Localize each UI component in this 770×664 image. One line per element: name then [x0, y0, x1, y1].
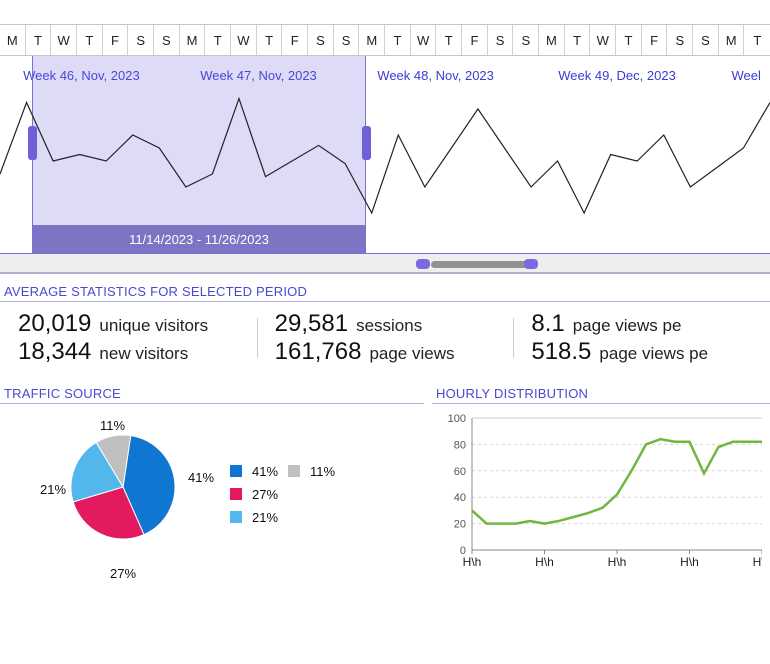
day-cell: S: [693, 25, 719, 55]
day-cell: T: [565, 25, 591, 55]
stat-value: 161,768: [275, 338, 362, 366]
stat-label: new visitors: [99, 344, 188, 364]
day-cell: S: [667, 25, 693, 55]
day-cell: W: [51, 25, 77, 55]
day-cell: T: [77, 25, 103, 55]
day-cell: F: [103, 25, 129, 55]
legend-swatch: [288, 465, 300, 477]
scrollbar-thumb[interactable]: [431, 261, 531, 268]
legend-swatch: [230, 465, 242, 477]
stat-value: 8.1: [531, 310, 564, 338]
legend-label: 27%: [252, 487, 278, 502]
day-cell: S: [128, 25, 154, 55]
stat-line: 20,019 unique visitors: [18, 310, 239, 338]
day-cell: T: [436, 25, 462, 55]
day-cell: W: [411, 25, 437, 55]
day-cell: T: [385, 25, 411, 55]
day-cell: W: [590, 25, 616, 55]
day-cell: M: [0, 25, 26, 55]
day-cell: W: [231, 25, 257, 55]
hourly-body: 020406080100H\hH\hH\hH\hH\h: [432, 404, 770, 585]
day-cell: M: [719, 25, 745, 55]
stat-line: 518.5 page views pe: [531, 338, 752, 366]
svg-text:H\h: H\h: [680, 555, 699, 569]
stat-line: 161,768 page views: [275, 338, 496, 366]
svg-text:100: 100: [448, 413, 466, 425]
svg-text:H\h: H\h: [608, 555, 627, 569]
legend-label: 41%: [252, 464, 278, 479]
avg-stats-row: 20,019unique visitors18,344new visitors2…: [0, 302, 770, 376]
stat-label: sessions: [356, 316, 422, 336]
day-cell: T: [26, 25, 52, 55]
stat-label: page views: [369, 344, 454, 364]
svg-text:H\h: H\h: [463, 555, 482, 569]
traffic-source-title: TRAFFIC SOURCE: [0, 380, 424, 404]
day-cell: F: [282, 25, 308, 55]
legend-swatch: [230, 511, 242, 523]
pie-percent-label: 27%: [110, 566, 136, 581]
day-cell: T: [257, 25, 283, 55]
stat-value: 18,344: [18, 338, 91, 366]
day-cell: T: [205, 25, 231, 55]
day-cell: M: [539, 25, 565, 55]
traffic-pie: 41% 27% 21% 11%: [0, 408, 230, 588]
stat-label: page views pe: [599, 344, 708, 364]
day-cell: S: [154, 25, 180, 55]
stat-line: 18,344 new visitors: [18, 338, 239, 366]
day-cell: S: [308, 25, 334, 55]
day-cell: S: [488, 25, 514, 55]
traffic-legend: 41% 11% 27% 21%: [230, 464, 335, 533]
timeline-day-header: MTWTFSSMTWTFSSMTWTFSSMTWTFSSMT: [0, 24, 770, 56]
stat-line: 8.1 page views pe: [531, 310, 752, 338]
stat-group: 29,581 sessions161,768 page views: [257, 310, 514, 366]
legend-row: 41% 11%: [230, 464, 335, 479]
pie-chart-svg: [68, 432, 178, 542]
stat-line: 29,581 sessions: [275, 310, 496, 338]
day-cell: F: [462, 25, 488, 55]
stat-value: 518.5: [531, 338, 591, 366]
stat-label: unique visitors: [99, 316, 208, 336]
svg-text:H\h: H\h: [753, 555, 762, 569]
svg-text:40: 40: [454, 492, 466, 504]
svg-text:H\h: H\h: [535, 555, 554, 569]
pie-percent-label: 21%: [40, 482, 66, 497]
legend-row: 21%: [230, 510, 335, 525]
day-cell: S: [513, 25, 539, 55]
stat-label: page views pe: [573, 316, 682, 336]
svg-text:80: 80: [454, 439, 466, 451]
day-cell: F: [642, 25, 668, 55]
stat-value: 20,019: [18, 310, 91, 338]
timeline-sparkline: [0, 56, 770, 254]
scrollbar-cap-right[interactable]: [524, 259, 538, 269]
legend-row: 27%: [230, 487, 335, 502]
day-cell: T: [744, 25, 770, 55]
day-cell: S: [334, 25, 360, 55]
traffic-source-body: 41% 27% 21% 11% 41% 11% 27% 21%: [0, 404, 424, 588]
day-cell: M: [180, 25, 206, 55]
stat-group: 8.1page views pe518.5page views pe: [513, 310, 770, 366]
hourly-title: HOURLY DISTRIBUTION: [432, 380, 770, 404]
legend-label: 11%: [310, 464, 335, 479]
avg-stats-title: AVERAGE STATISTICS FOR SELECTED PERIOD: [0, 278, 770, 302]
legend-swatch: [230, 488, 242, 500]
stat-group: 20,019 unique visitors 18,344 new visitors: [0, 310, 257, 366]
svg-text:60: 60: [454, 466, 466, 478]
hourly-chart: 020406080100H\hH\hH\hH\hH\h: [432, 410, 762, 580]
pie-percent-label: 41%: [188, 470, 214, 485]
day-cell: M: [359, 25, 385, 55]
pie-percent-label: 11%: [100, 418, 125, 433]
timeline-area[interactable]: Week 46, Nov, 2023Week 47, Nov, 2023Week…: [0, 56, 770, 254]
legend-label: 21%: [252, 510, 278, 525]
scrollbar-cap-left[interactable]: [416, 259, 430, 269]
day-cell: T: [616, 25, 642, 55]
stat-value: 29,581: [275, 310, 348, 338]
timeline-scrollbar[interactable]: [0, 254, 770, 274]
svg-text:20: 20: [454, 519, 466, 531]
